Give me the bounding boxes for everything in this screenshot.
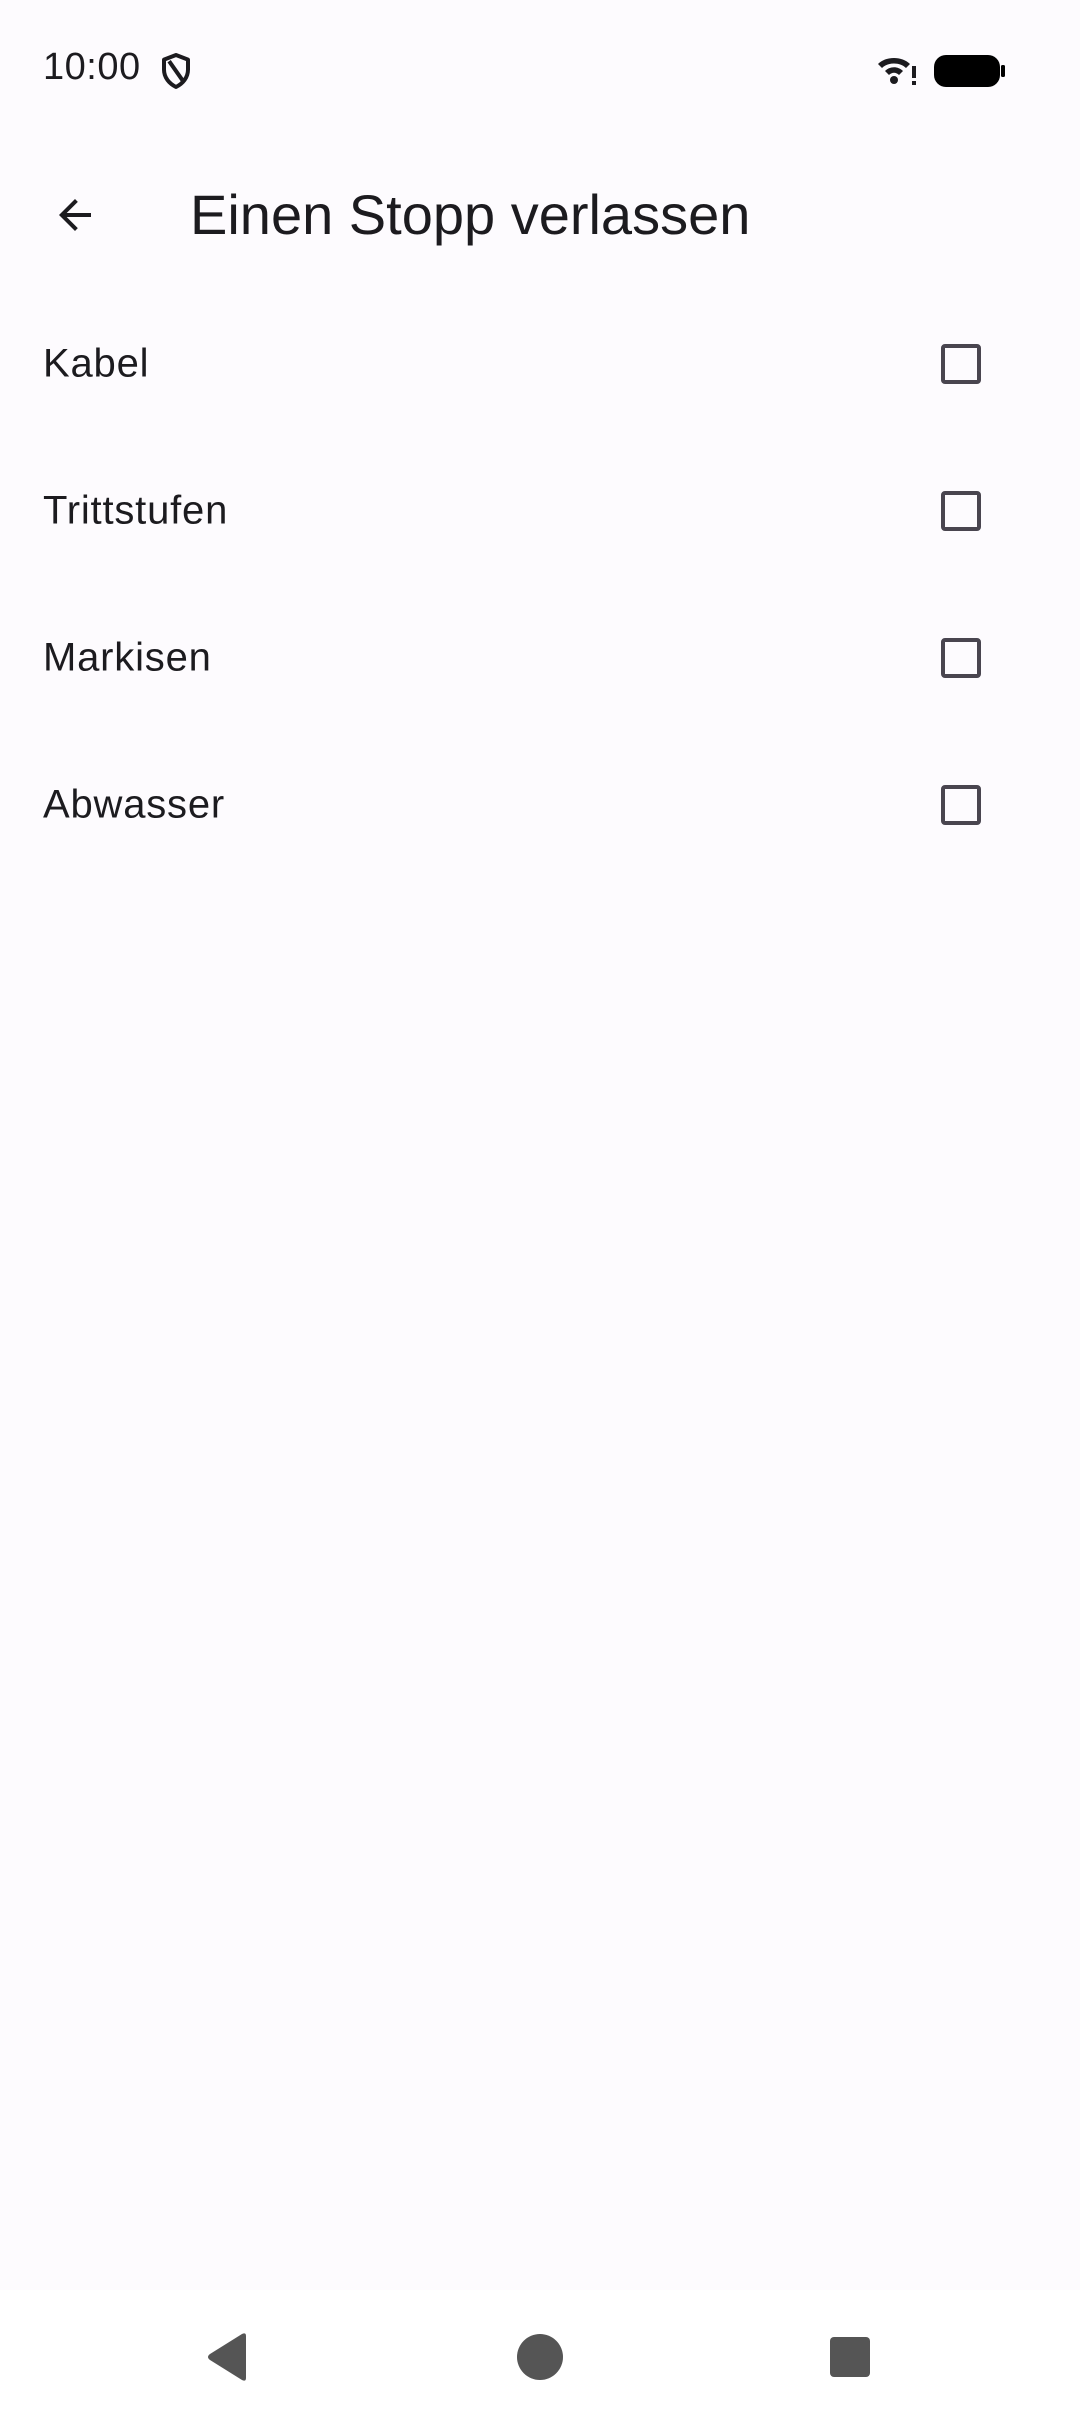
list-item-label: Trittstufen xyxy=(43,488,229,532)
status-time: 10:00 xyxy=(43,46,141,88)
list-item-abwasser[interactable]: Abwasser xyxy=(0,731,1080,878)
list-item-markisen[interactable]: Markisen xyxy=(0,584,1080,731)
wifi-alert-icon xyxy=(878,58,916,85)
nav-back-button[interactable] xyxy=(168,2290,288,2424)
list-item-kabel[interactable]: Kabel xyxy=(0,290,1080,437)
system-nav-bar xyxy=(0,2290,1080,2424)
screen: 10:00 Einen Stopp verlassen Kabel Tritts… xyxy=(0,0,1080,2424)
list-item-label: Kabel xyxy=(43,341,150,385)
checkbox-trittstufen[interactable] xyxy=(941,490,981,531)
battery-full-icon xyxy=(934,55,1005,87)
back-triangle-icon xyxy=(208,2333,246,2381)
page-title: Einen Stopp verlassen xyxy=(190,183,751,246)
app-bar: Einen Stopp verlassen xyxy=(0,140,1080,290)
shield-icon xyxy=(162,53,190,89)
status-bar: 10:00 xyxy=(0,0,1080,140)
back-button[interactable] xyxy=(30,170,120,260)
checklist: Kabel Trittstufen Markisen Abwasser xyxy=(0,290,1080,878)
nav-recents-button[interactable] xyxy=(790,2290,910,2424)
nav-home-button[interactable] xyxy=(480,2290,600,2424)
checkbox-kabel[interactable] xyxy=(941,343,981,384)
list-item-label: Markisen xyxy=(43,635,212,679)
home-circle-icon xyxy=(517,2334,563,2380)
recents-square-icon xyxy=(830,2337,870,2377)
list-item-label: Abwasser xyxy=(43,782,226,826)
arrow-back-icon xyxy=(59,199,91,231)
list-item-trittstufen[interactable]: Trittstufen xyxy=(0,437,1080,584)
checkbox-markisen[interactable] xyxy=(941,637,981,678)
checkbox-abwasser[interactable] xyxy=(941,784,981,825)
